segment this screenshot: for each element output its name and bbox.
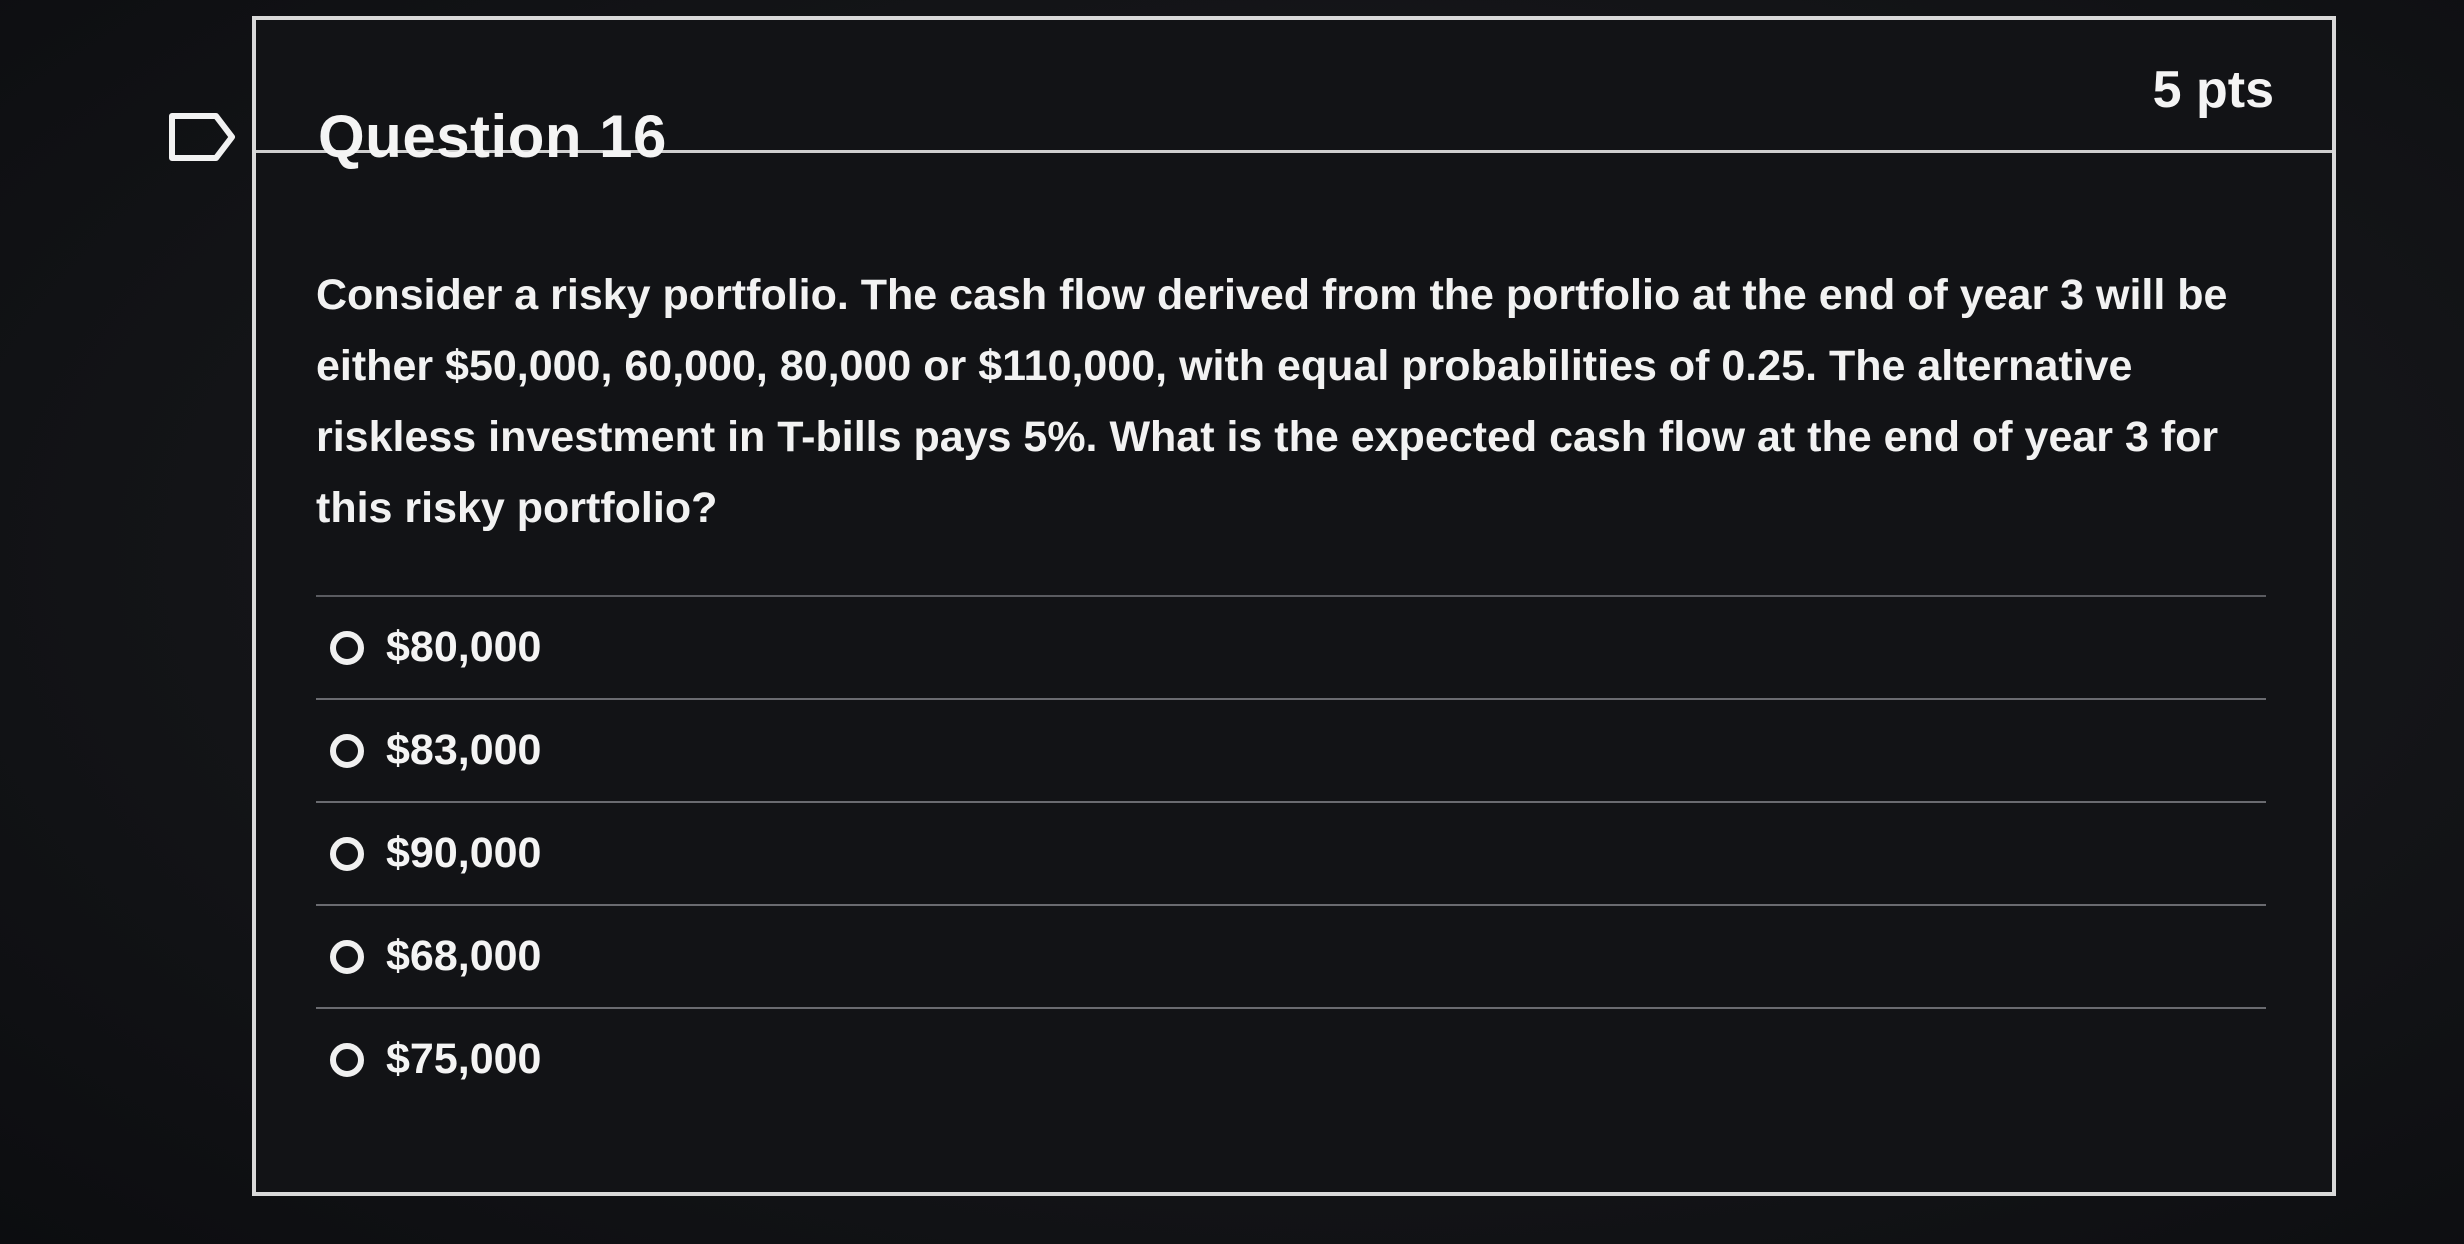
answer-label: $75,000 — [386, 1035, 542, 1083]
answer-label: $68,000 — [386, 932, 542, 980]
radio-button[interactable] — [330, 836, 364, 871]
answer-option[interactable]: $68,000 — [316, 906, 2266, 1009]
radio-button[interactable] — [330, 939, 364, 974]
answer-label: $90,000 — [386, 829, 542, 877]
radio-button[interactable] — [330, 1042, 364, 1077]
radio-button[interactable] — [330, 733, 364, 768]
radio-button[interactable] — [330, 630, 364, 665]
answer-option[interactable]: $80,000 — [316, 597, 2266, 700]
answer-option[interactable]: $83,000 — [316, 700, 2266, 803]
answer-option[interactable]: $90,000 — [316, 803, 2266, 906]
answer-list: $80,000 $83,000 $90,000 $68,000 $75,000 — [316, 595, 2266, 1110]
answer-option[interactable]: $75,000 — [316, 1009, 2266, 1110]
question-points: 5 pts — [2152, 61, 2274, 119]
flag-question-icon[interactable] — [168, 112, 238, 162]
answer-label: $80,000 — [386, 623, 542, 671]
answer-label: $83,000 — [386, 726, 542, 774]
question-text: Consider a risky portfolio. The cash flo… — [316, 271, 2228, 532]
question-card: Question 16 5 pts Consider a risky portf… — [252, 16, 2336, 1196]
question-header: Question 16 5 pts — [256, 20, 2332, 170]
question-title: Question 16 — [318, 103, 667, 170]
